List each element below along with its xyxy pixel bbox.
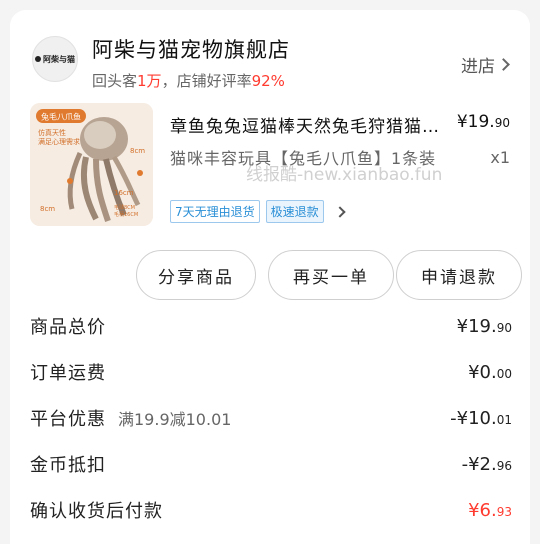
amount-cents: 96 (496, 458, 512, 473)
summary-label: 订单运费 (30, 363, 106, 384)
summary-amount: ¥19.90 (457, 316, 512, 337)
badge-label: 兔毛八爪鱼 (41, 112, 81, 122)
amount-cents: 01 (496, 412, 512, 427)
product-image-art: 兔毛八爪鱼 仿真天性 满足心理需求 8cm 16cm 8cm 毛球8CM 毛柄1… (30, 103, 153, 226)
amount-main: -¥10. (450, 407, 497, 429)
summary-row-platform-discount[interactable]: 平台优惠 满19.9减10.01 -¥10.01 (30, 403, 512, 433)
dim-label-1: 8cm (130, 147, 145, 155)
amount-cents: 00 (496, 366, 512, 381)
amount-cents: 90 (496, 320, 512, 335)
amount-main: ¥19. (456, 315, 497, 337)
summary-row-pay-on-receipt: 确认收货后付款 ¥6.93 (30, 495, 512, 525)
amount-main: ¥0. (468, 361, 497, 383)
image-claim-1: 仿真天性 (38, 128, 66, 137)
image-claim-2: 满足心理需求 (38, 137, 80, 146)
product-image[interactable]: 兔毛八爪鱼 仿真天性 满足心理需求 8cm 16cm 8cm 毛球8CM 毛柄1… (30, 103, 153, 226)
summary-label: 确认收货后付款 (30, 501, 163, 522)
product-price-main: ¥19. (456, 112, 495, 132)
store-name[interactable]: 阿柴与猫宠物旗舰店 (92, 34, 290, 64)
chevron-right-icon (497, 58, 510, 71)
store-stats: 回头客1万，店铺好评率92% (92, 70, 285, 91)
summary-row-coin-deduction: 金币抵扣 -¥2.96 (30, 449, 512, 479)
service-tags[interactable]: 7天无理由退货 极速退款 (170, 200, 346, 223)
chevron-right-icon (333, 205, 346, 218)
summary-label: 商品总价 (30, 317, 106, 338)
amount-cents: 93 (496, 504, 512, 519)
summary-row-shipping: 订单运费 ¥0.00 (30, 357, 512, 387)
enter-store-link[interactable]: 进店 (461, 52, 510, 77)
summary-amount: -¥10.01 (450, 408, 512, 429)
summary-label: 金币抵扣 (30, 455, 106, 476)
rating-value: 92% (251, 72, 285, 90)
product-quantity: x1 (490, 148, 510, 167)
spec-label-1: 毛球8CM (114, 204, 135, 211)
dim-label-3: 8cm (40, 205, 55, 213)
request-refund-button[interactable]: 申请退款 (396, 250, 522, 300)
product-title[interactable]: 章鱼兔兔逗猫棒天然兔毛狩猎猫咪丰容玩具 (170, 112, 440, 137)
summary-label: 平台优惠 (30, 409, 106, 430)
order-card: 阿柴与猫 阿柴与猫宠物旗舰店 回头客1万，店铺好评率92% 进店 兔毛八爪鱼 仿… (10, 10, 530, 544)
spec-label-2: 毛柄16CM (114, 211, 138, 218)
amount-main: ¥6. (468, 499, 497, 521)
repeat-label: 回头客 (92, 72, 138, 90)
summary-row-subtotal: 商品总价 ¥19.90 (30, 311, 512, 341)
summary-amount: -¥2.96 (462, 454, 512, 475)
store-logo-text: 阿柴与猫 (43, 54, 75, 64)
tag-fast-refund: 极速退款 (265, 200, 324, 223)
amount-main: -¥2. (461, 453, 497, 475)
watermark: 线报酷-new.xianbao.fun (246, 165, 443, 185)
product-price: ¥19.90 (457, 112, 510, 132)
tag-7-day-return: 7天无理由退货 (170, 200, 260, 223)
summary-amount-total: ¥6.93 (468, 500, 512, 521)
buy-again-button[interactable]: 再买一单 (268, 250, 394, 300)
store-logo[interactable]: 阿柴与猫 (32, 36, 78, 82)
paw-dot (35, 56, 41, 62)
repeat-value: 1万 (137, 72, 162, 90)
dim-label-2: 16cm (114, 189, 134, 197)
enter-store-label: 进店 (461, 57, 495, 77)
rating-label: ，店铺好评率 (161, 72, 252, 90)
product-price-cents: 90 (494, 116, 510, 130)
discount-note: 满19.9减10.01 (118, 410, 232, 429)
summary-amount: ¥0.00 (468, 362, 512, 383)
share-product-button[interactable]: 分享商品 (136, 250, 256, 300)
